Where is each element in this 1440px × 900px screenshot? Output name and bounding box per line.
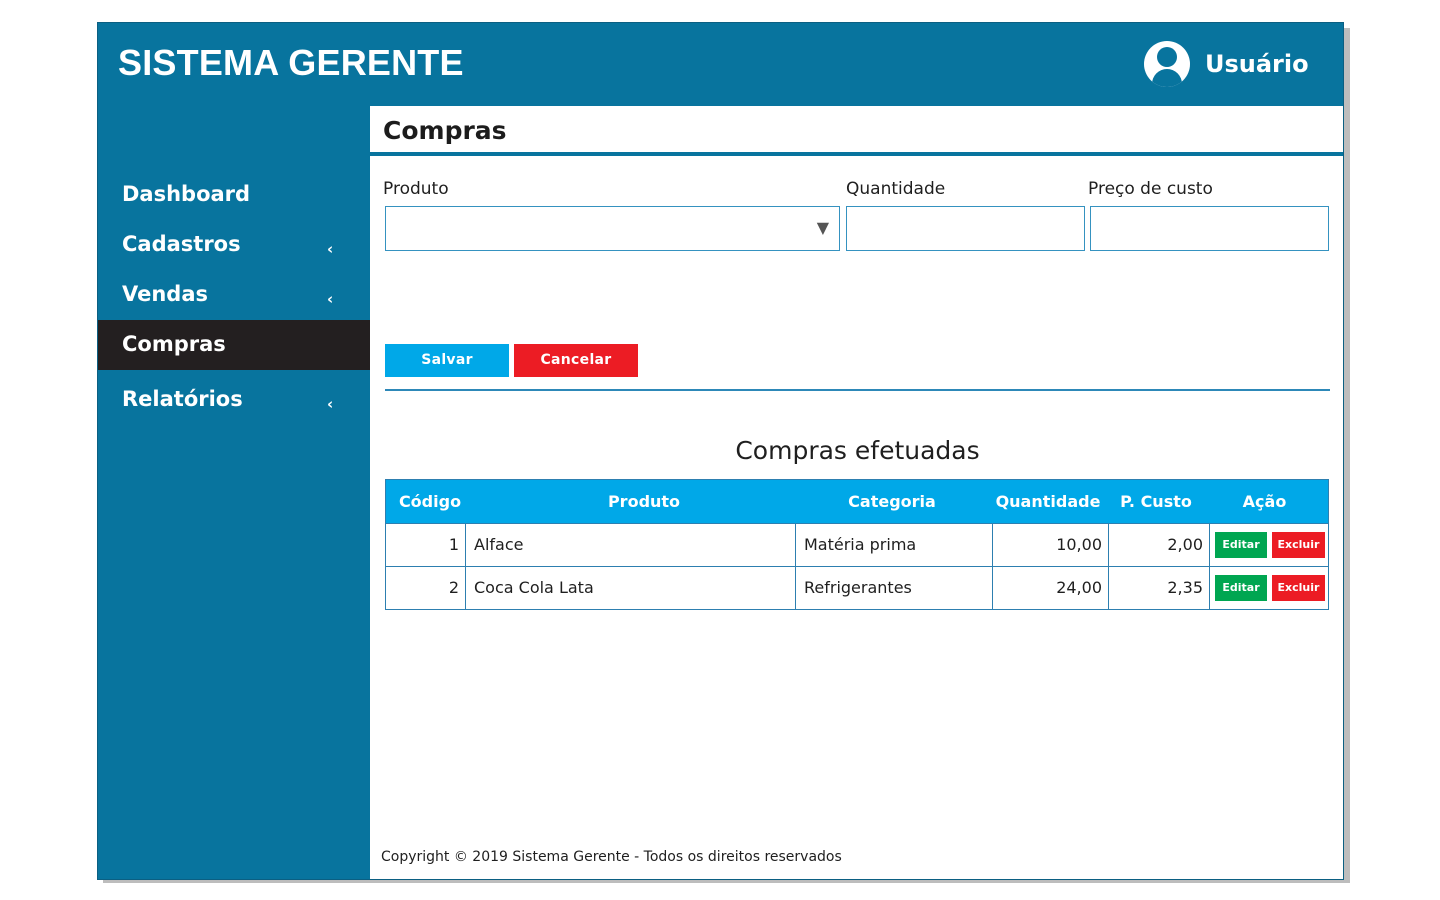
cell-produto: Coca Cola Lata (465, 567, 795, 609)
sidebar-item-dashboard[interactable]: Dashboard (98, 170, 370, 220)
sidebar-item-cadastros[interactable]: Cadastros ‹ (98, 220, 370, 270)
table-header: Código Produto Categoria Quantidade P. C… (386, 480, 1328, 524)
column-header-custo: P. Custo (1120, 492, 1192, 511)
cell-acao: Editar Excluir (1209, 567, 1328, 609)
cell-produto: Alface (465, 524, 795, 566)
column-header-codigo: Código (398, 492, 462, 511)
caret-down-icon: ▼ (816, 218, 829, 237)
sidebar-item-label: Vendas (122, 282, 208, 306)
top-bar: SISTEMA GERENTE Usuário (98, 23, 1343, 106)
chevron-left-icon: ‹ (327, 395, 334, 413)
chevron-left-icon: ‹ (327, 290, 334, 308)
sidebar-item-label: Relatórios (122, 387, 243, 411)
column-header-acao: Ação (1242, 492, 1287, 511)
cell-quantidade: 10,00 (992, 524, 1108, 566)
table-row: 1 Alface Matéria prima 10,00 2,00 Editar… (386, 524, 1328, 566)
cell-categoria: Matéria prima (795, 524, 992, 566)
edit-button[interactable]: Editar (1215, 532, 1267, 558)
column-header-categoria: Categoria (848, 492, 936, 511)
chevron-left-icon: ‹ (327, 240, 334, 258)
preco-custo-input[interactable] (1090, 206, 1329, 251)
section-title: Compras efetuadas (735, 436, 980, 465)
save-button[interactable]: Salvar (385, 344, 509, 377)
sidebar-item-compras[interactable]: Compras (98, 320, 370, 370)
produto-select[interactable]: ▼ (385, 206, 840, 251)
sidebar-item-label: Compras (122, 332, 226, 356)
cell-custo: 2,00 (1108, 524, 1209, 566)
sidebar: Dashboard Cadastros ‹ Vendas ‹ Compras R… (98, 106, 370, 879)
sidebar-item-vendas[interactable]: Vendas ‹ (98, 270, 370, 320)
column-header-quantidade: Quantidade (995, 492, 1101, 511)
user-avatar-icon[interactable] (1144, 41, 1190, 87)
column-header-produto: Produto (607, 492, 681, 511)
sidebar-item-label: Dashboard (122, 182, 251, 206)
quantidade-label: Quantidade (846, 179, 946, 199)
sidebar-item-relatorios[interactable]: Relatórios ‹ (98, 375, 370, 425)
cell-quantidade: 24,00 (992, 567, 1108, 609)
form-divider (385, 389, 1330, 391)
page-title: Compras (383, 116, 507, 145)
delete-button[interactable]: Excluir (1272, 532, 1325, 558)
cell-codigo: 1 (448, 535, 459, 554)
cancel-button[interactable]: Cancelar (514, 344, 638, 377)
purchases-table: Código Produto Categoria Quantidade P. C… (385, 479, 1329, 610)
delete-button[interactable]: Excluir (1272, 575, 1325, 601)
brand-title: SISTEMA GERENTE (118, 42, 464, 83)
sidebar-item-label: Cadastros (122, 232, 241, 256)
edit-button[interactable]: Editar (1215, 575, 1267, 601)
cell-codigo: 2 (448, 578, 459, 597)
user-menu-label[interactable]: Usuário (1205, 50, 1309, 78)
cell-acao: Editar Excluir (1209, 524, 1328, 566)
app-window: SISTEMA GERENTE Usuário Dashboard Cadast… (97, 22, 1344, 880)
footer-copyright: Copyright © 2019 Sistema Gerente - Todos… (381, 849, 842, 865)
cell-custo: 2,35 (1108, 567, 1209, 609)
main-content: Compras Produto ▼ Quantidade Preço de cu… (370, 106, 1343, 879)
quantidade-input[interactable] (846, 206, 1085, 251)
cell-categoria: Refrigerantes (795, 567, 992, 609)
title-divider (370, 152, 1343, 156)
produto-label: Produto (383, 179, 449, 199)
preco-custo-label: Preço de custo (1088, 179, 1213, 199)
table-row: 2 Coca Cola Lata Refrigerantes 24,00 2,3… (386, 566, 1328, 609)
